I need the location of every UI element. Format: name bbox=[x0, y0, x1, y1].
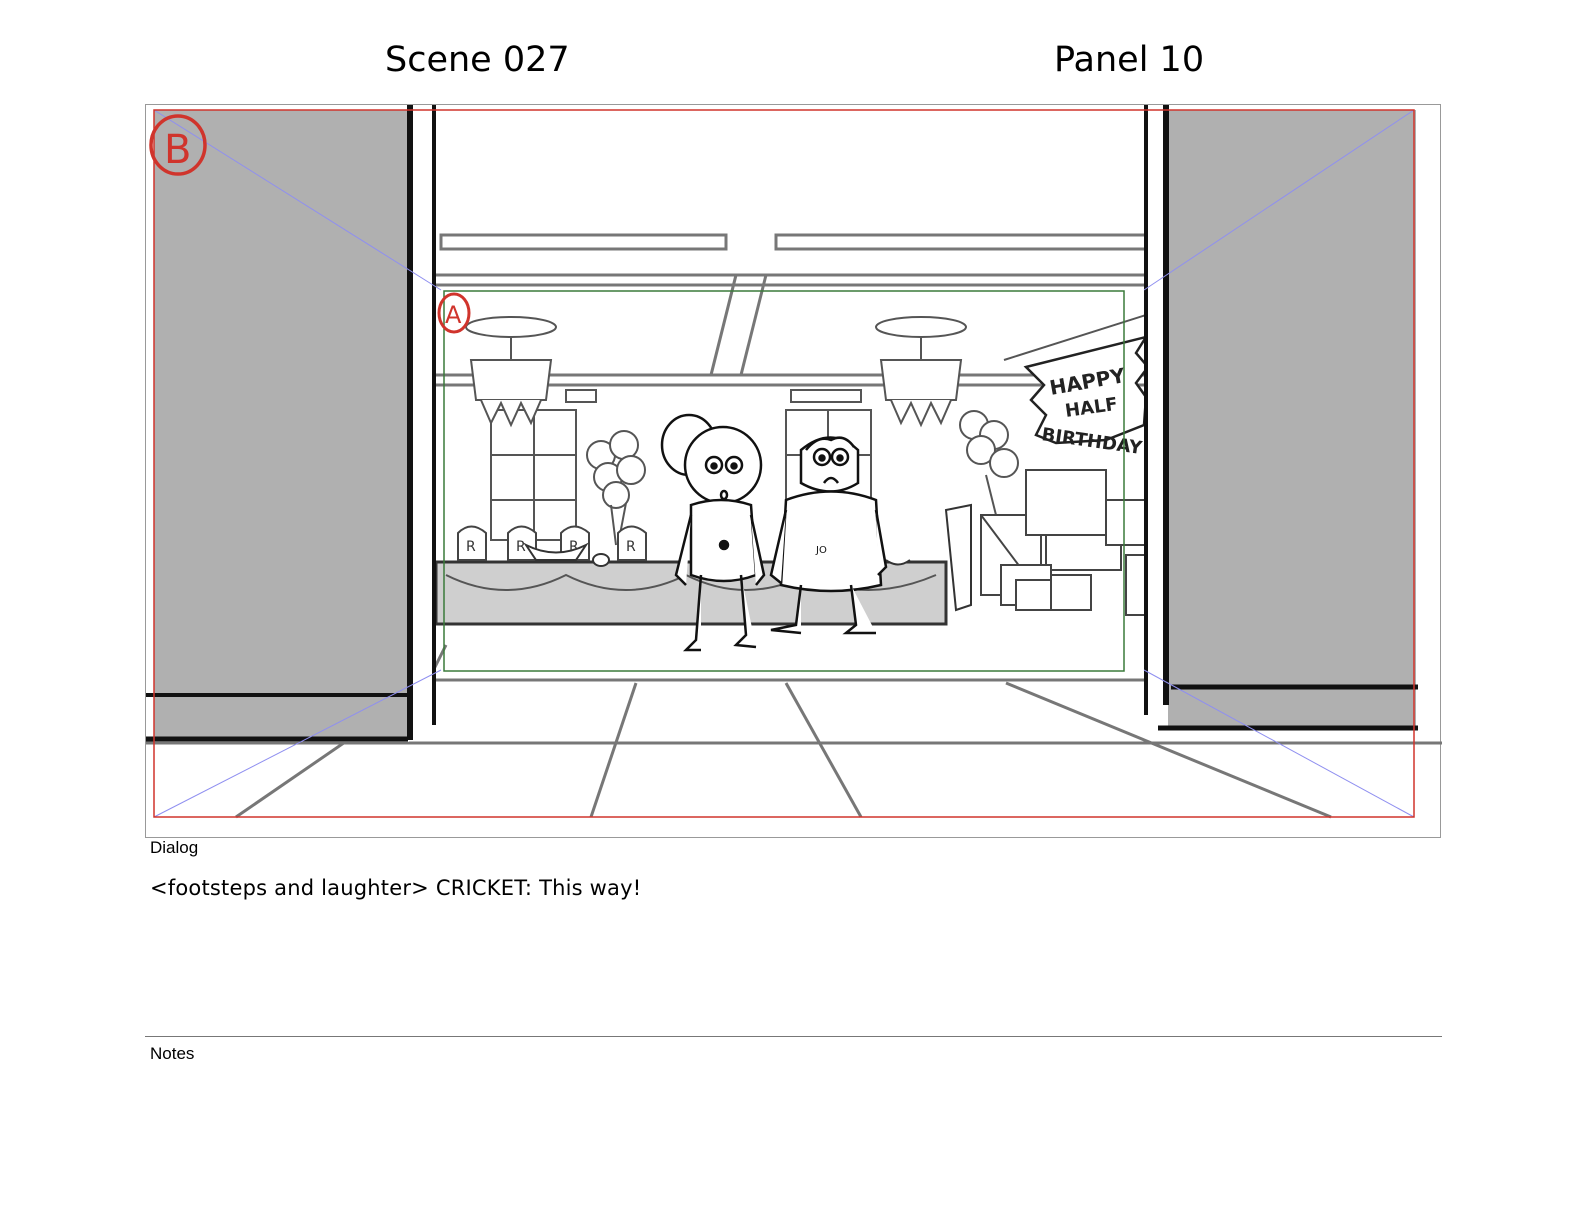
chair-letter: R bbox=[626, 539, 636, 555]
svg-text:B: B bbox=[164, 127, 191, 173]
presents bbox=[980, 469, 1157, 616]
storyboard-drawing: R R R R HAPPY HALF BIRTHDAY JO B A bbox=[146, 105, 1442, 819]
chandeliers bbox=[465, 316, 967, 428]
storyboard-frame: R R R R HAPPY HALF BIRTHDAY JO B A bbox=[145, 104, 1442, 838]
left-door bbox=[146, 105, 436, 742]
chair-letter: R bbox=[466, 539, 476, 555]
svg-text:JO: JO bbox=[815, 545, 827, 556]
dialog-label: Dialog bbox=[150, 838, 199, 857]
svg-text:A: A bbox=[445, 301, 462, 329]
birthday-banner: HAPPY HALF BIRTHDAY bbox=[1003, 314, 1150, 459]
panel-number: Panel 10 bbox=[1054, 40, 1205, 80]
scene-number: Scene 027 bbox=[385, 40, 570, 80]
notes-label: Notes bbox=[150, 1044, 195, 1063]
dialog-text: <footsteps and laughter> CRICKET: This w… bbox=[150, 876, 642, 900]
chair-letter: R bbox=[516, 539, 526, 555]
section-divider bbox=[145, 1036, 1442, 1037]
